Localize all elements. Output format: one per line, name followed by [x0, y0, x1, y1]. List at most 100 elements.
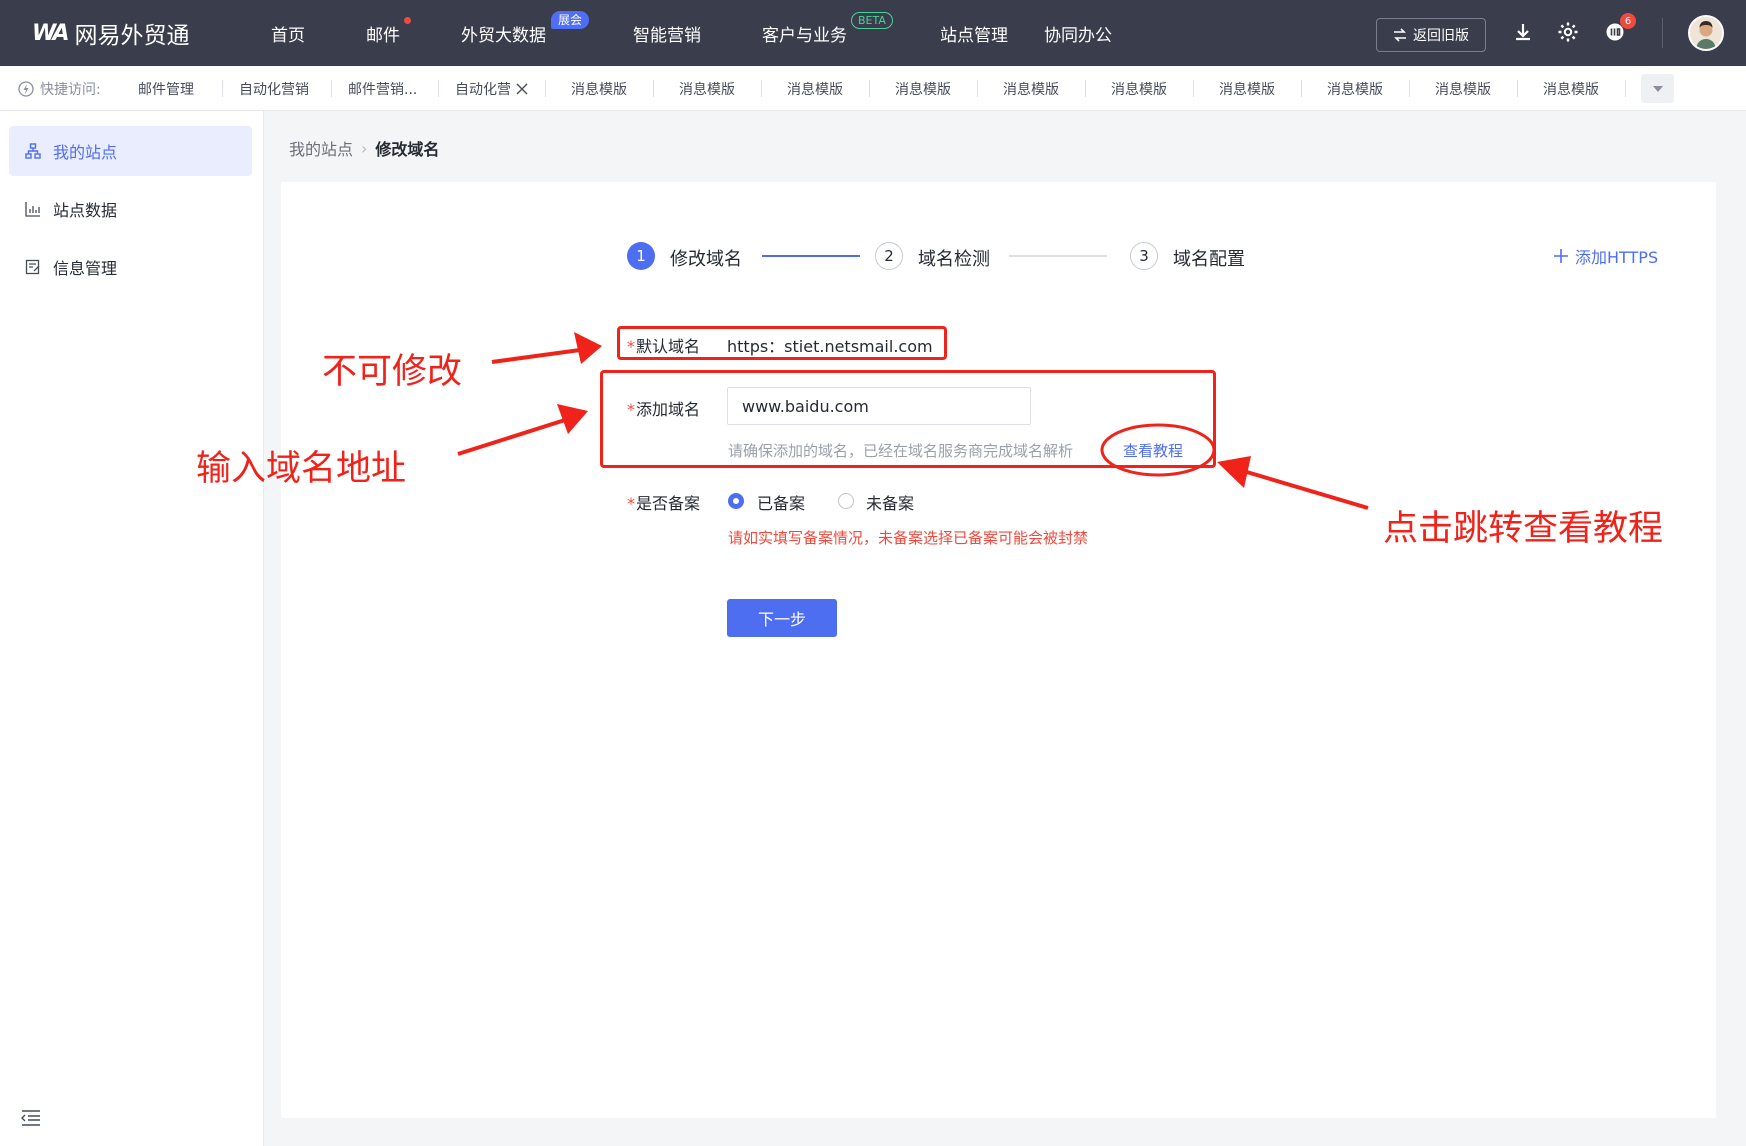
brand-name: 网易外贸通: [74, 23, 190, 49]
step-1-number: 1: [627, 242, 655, 270]
quick-item-template[interactable]: 消息模版: [1543, 66, 1599, 111]
exhibition-badge: 展会: [551, 11, 590, 29]
radio-filed-label[interactable]: 已备案: [757, 490, 805, 514]
nav-site-label: 站点管理: [940, 25, 1008, 46]
collapse-menu-icon[interactable]: [21, 1110, 41, 1126]
quick-item-template[interactable]: 消息模版: [1111, 66, 1167, 111]
nav-marketing[interactable]: 智能营销: [633, 0, 701, 66]
nav-collaboration[interactable]: 协同办公: [1044, 0, 1112, 66]
quick-separator: [653, 80, 654, 97]
nav-mail[interactable]: 邮件: [366, 0, 400, 66]
quick-separator: [1301, 80, 1302, 97]
nav-customer[interactable]: 客户与业务: [762, 0, 847, 66]
filing-label: *是否备案: [627, 490, 700, 514]
quick-separator: [438, 80, 439, 97]
quick-item-auto-marketing-tab[interactable]: 自动化营: [455, 66, 529, 111]
quick-item-template[interactable]: 消息模版: [1219, 66, 1275, 111]
sidebar-item-label: 站点数据: [53, 201, 118, 220]
quick-item-auto-marketing[interactable]: 自动化营销: [239, 66, 309, 111]
quick-separator: [1085, 80, 1086, 97]
sidebar-item-my-sites[interactable]: 我的站点: [9, 126, 252, 176]
quick-item-template[interactable]: 消息模版: [571, 66, 627, 111]
nav-customer-label: 客户与业务: [762, 25, 847, 46]
chevron-down-icon: [1652, 85, 1663, 92]
add-https-link[interactable]: 添加HTTPS: [1553, 244, 1658, 268]
radio-filed[interactable]: [728, 493, 744, 509]
step-3-label: 域名配置: [1173, 249, 1245, 270]
annotation-box-add-domain: [600, 370, 1216, 468]
quick-item-template[interactable]: 消息模版: [895, 66, 951, 111]
quick-separator: [1409, 80, 1410, 97]
quick-access-more-button[interactable]: [1641, 74, 1674, 103]
quick-separator: [1193, 80, 1194, 97]
mail-unread-dot: [404, 17, 411, 24]
quick-separator: [1625, 80, 1626, 97]
filing-warning: 请如实填写备案情况，未备案选择已备案可能会被封禁: [728, 529, 1089, 547]
quick-item-template[interactable]: 消息模版: [1435, 66, 1491, 111]
quick-item-template[interactable]: 消息模版: [787, 66, 843, 111]
nav-site-management[interactable]: 站点管理: [940, 0, 1008, 66]
quick-access-label: 快捷访问:: [18, 66, 101, 111]
quick-item-template[interactable]: 消息模版: [1003, 66, 1059, 111]
next-step-button[interactable]: 下一步: [727, 599, 837, 637]
quick-separator: [761, 80, 762, 97]
gear-icon[interactable]: [1556, 20, 1580, 44]
step-1-label: 修改域名: [670, 249, 742, 270]
breadcrumb-current: 修改域名: [375, 140, 440, 159]
nav-marketing-label: 智能营销: [633, 25, 701, 46]
breadcrumb-parent[interactable]: 我的站点: [289, 136, 353, 160]
quick-separator: [331, 80, 332, 97]
return-old-version-label: 返回旧版: [1413, 28, 1469, 44]
close-icon[interactable]: [515, 82, 529, 96]
avatar[interactable]: [1688, 15, 1724, 51]
breadcrumb: 我的站点 › 修改域名: [289, 136, 439, 160]
step-connector-todo: [1009, 255, 1107, 257]
nav-trade-data[interactable]: 外贸大数据: [461, 0, 546, 66]
annotation-box-default-domain: [617, 326, 947, 360]
filing-label-text: 是否备案: [636, 494, 701, 513]
step-2-number: 2: [875, 242, 903, 270]
quick-access-text: 快捷访问:: [40, 81, 101, 98]
quick-separator: [222, 80, 223, 97]
required-mark: *: [627, 494, 635, 513]
radio-not-filed[interactable]: [838, 493, 854, 509]
quick-access-bar: 快捷访问: 邮件管理 自动化营销 邮件营销... 自动化营 消息模版 消息模版 …: [0, 66, 1746, 111]
quick-separator: [545, 80, 546, 97]
plus-icon: [1554, 249, 1568, 263]
step-2-label: 域名检测: [918, 249, 990, 270]
edit-doc-icon: [25, 259, 40, 275]
lightning-icon: [18, 80, 34, 97]
step-connector-active: [762, 255, 860, 257]
notification-count-badge: 6: [1620, 13, 1636, 29]
nav-home-label: 首页: [271, 25, 305, 46]
logo-mark-icon: WA: [32, 20, 69, 46]
quick-separator: [869, 80, 870, 97]
nav-trade-data-label: 外贸大数据: [461, 25, 546, 46]
nav-mail-label: 邮件: [366, 25, 400, 46]
sitemap-icon: [25, 143, 41, 159]
nav-collab-label: 协同办公: [1044, 25, 1112, 46]
radio-not-filed-label[interactable]: 未备案: [866, 490, 914, 514]
sidebar: 我的站点 站点数据 信息管理: [0, 111, 264, 1146]
nav-home[interactable]: 首页: [271, 0, 305, 66]
annotation-enter-domain: 输入域名地址: [196, 449, 407, 489]
download-icon[interactable]: [1511, 20, 1535, 44]
quick-item-mail-marketing[interactable]: 邮件营销...: [348, 66, 417, 111]
quick-item-template[interactable]: 消息模版: [1327, 66, 1383, 111]
return-old-version-button[interactable]: 返回旧版: [1376, 18, 1486, 52]
add-https-label: 添加HTTPS: [1575, 248, 1659, 267]
sidebar-item-label: 信息管理: [53, 259, 118, 278]
brand-logo[interactable]: WA 网易外贸通: [32, 0, 190, 66]
top-navigation-bar: WA 网易外贸通 首页 邮件 外贸大数据 展会 智能营销 客户与业务 BETA …: [0, 0, 1746, 66]
beta-badge: BETA: [851, 12, 893, 29]
quick-item-mail-manage[interactable]: 邮件管理: [138, 66, 194, 111]
sidebar-item-info-management[interactable]: 信息管理: [9, 242, 252, 292]
bar-chart-icon: [25, 202, 40, 217]
sidebar-item-label: 我的站点: [53, 143, 118, 162]
annotation-click-tutorial: 点击跳转查看教程: [1383, 509, 1664, 549]
topnav-divider: [1662, 18, 1663, 48]
quick-separator: [977, 80, 978, 97]
breadcrumb-separator-icon: ›: [361, 138, 368, 158]
quick-item-template[interactable]: 消息模版: [679, 66, 735, 111]
sidebar-item-site-data[interactable]: 站点数据: [9, 184, 252, 234]
